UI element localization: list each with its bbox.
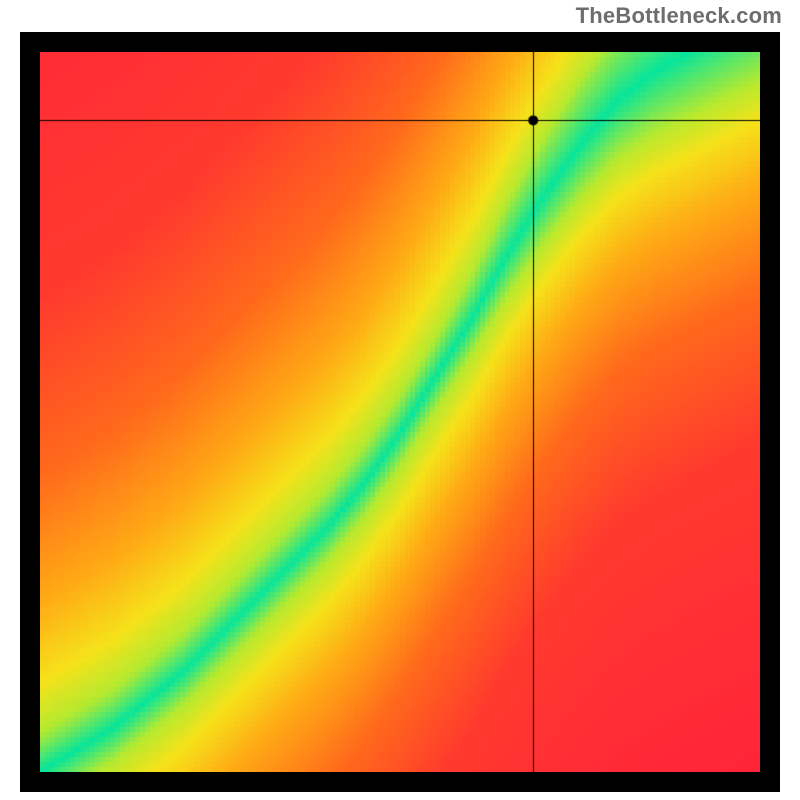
heatmap-canvas	[40, 52, 760, 772]
watermark-text: TheBottleneck.com	[576, 3, 782, 29]
chart-stage: TheBottleneck.com	[0, 0, 800, 800]
